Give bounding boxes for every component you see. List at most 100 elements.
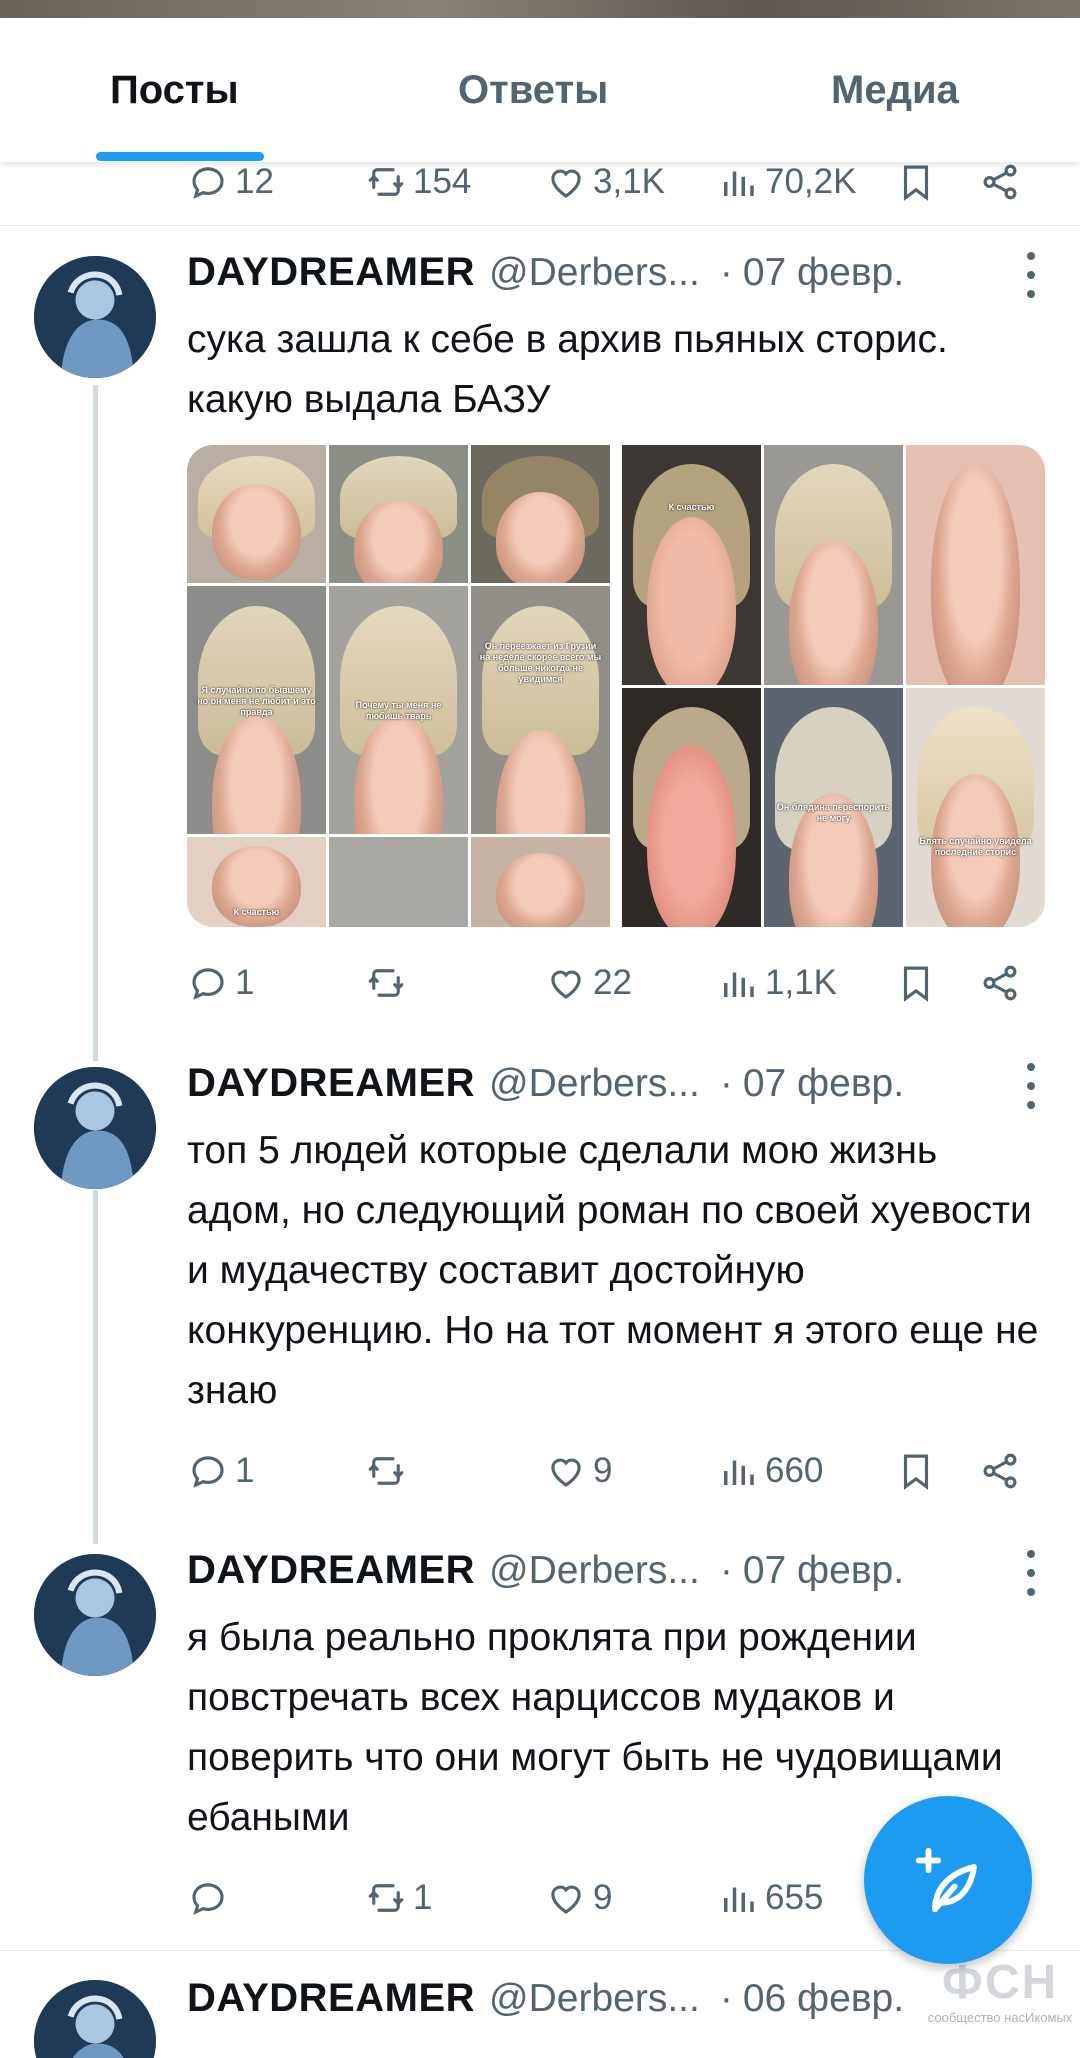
reply-count: 1	[235, 1451, 255, 1490]
views-count: 655	[765, 1878, 824, 1917]
bookmark-button[interactable]	[895, 154, 937, 210]
bookmark-button[interactable]	[895, 1443, 937, 1499]
like-icon	[551, 1458, 581, 1487]
user-handle[interactable]: @Derbers...	[489, 1062, 700, 1106]
story-caption: Он переезжает из Грузии на неделе скорее…	[479, 640, 602, 684]
views-icon	[724, 972, 754, 997]
reply-button[interactable]: 1	[187, 955, 254, 1011]
avatar-image	[34, 256, 156, 378]
avatar-image	[34, 1980, 156, 2058]
retweet-icon	[368, 1457, 404, 1485]
views-button[interactable]: 655	[717, 1870, 823, 1926]
display-name[interactable]: DAYDREAMER	[187, 250, 475, 295]
tab-media[interactable]: Медиа	[831, 68, 959, 113]
avatar[interactable]	[34, 1554, 156, 1676]
views-button[interactable]: 70,2K	[717, 154, 856, 210]
like-icon	[551, 169, 581, 198]
bookmark-icon	[903, 165, 929, 201]
share-button[interactable]	[979, 154, 1021, 210]
bookmark-icon	[903, 966, 929, 1002]
display-name[interactable]: DAYDREAMER	[187, 1976, 475, 2021]
story-caption: Блять случайно увидела последние сторис	[919, 835, 1032, 857]
share-icon	[983, 164, 1017, 200]
like-icon	[551, 1885, 581, 1914]
avatar-image	[34, 1067, 156, 1189]
tab-posts[interactable]: Посты	[110, 68, 239, 113]
share-button[interactable]	[979, 955, 1021, 1011]
tab-replies[interactable]: Ответы	[458, 68, 608, 113]
story-caption: Он блядина переспорить не могу	[776, 802, 891, 824]
share-icon	[983, 1453, 1017, 1489]
like-count: 3,1K	[593, 162, 665, 201]
compose-icon	[915, 1847, 977, 1913]
reply-button[interactable]: 1	[187, 1443, 254, 1499]
reply-count: 12	[235, 162, 274, 201]
views-button[interactable]: 1,1K	[717, 955, 837, 1011]
media-image-right[interactable]: К счастью Он блядина переспорить не могу…	[622, 445, 1045, 927]
tweet-date[interactable]: 07 февр.	[743, 1549, 904, 1593]
retweet-icon	[368, 168, 404, 196]
story-caption: К счастью	[233, 907, 280, 918]
user-handle[interactable]: @Derbers...	[489, 1977, 700, 2021]
display-name[interactable]: DAYDREAMER	[187, 1061, 475, 1106]
retweet-icon	[368, 1884, 404, 1912]
reply-button[interactable]: 12	[187, 154, 274, 210]
retweet-count: 154	[413, 162, 472, 201]
avatar[interactable]	[34, 256, 156, 378]
tweet[interactable]: DAYDREAMER @Derbers... · 07 февр. топ 5 …	[0, 1061, 1080, 1521]
more-icon[interactable]	[1027, 1063, 1037, 1109]
retweet-button[interactable]: 154	[365, 154, 471, 210]
tweet-actions: 1 9 660	[187, 1443, 1047, 1499]
user-handle[interactable]: @Derbers...	[489, 1549, 700, 1593]
like-count: 9	[593, 1451, 613, 1490]
tweet-date[interactable]: 07 февр.	[743, 1062, 904, 1106]
user-handle[interactable]: @Derbers...	[489, 251, 700, 295]
share-button[interactable]	[979, 1443, 1021, 1499]
views-button[interactable]: 660	[717, 1443, 823, 1499]
views-icon	[724, 1887, 754, 1912]
views-icon	[724, 1460, 754, 1485]
like-count: 9	[593, 1878, 613, 1917]
profile-tabs: Посты Ответы Медиа	[0, 18, 1080, 162]
reply-count: 1	[235, 963, 255, 1002]
compose-button[interactable]	[864, 1796, 1032, 1964]
tweet[interactable]: DAYDREAMER @Derbers... · 06 февр.	[0, 1976, 1080, 2058]
tweet-date[interactable]: 07 февр.	[743, 251, 904, 295]
reply-button[interactable]	[187, 1870, 235, 1926]
avatar[interactable]	[34, 1067, 156, 1189]
tweet-header: DAYDREAMER @Derbers... · 07 февр.	[187, 1061, 1047, 1113]
like-button[interactable]: 3,1K	[545, 154, 665, 210]
story-caption: Почему ты меня не любишь тварь	[355, 700, 442, 722]
more-icon[interactable]	[1027, 1550, 1037, 1596]
tweet-header: DAYDREAMER @Derbers... · 07 февр.	[187, 250, 1047, 302]
bookmark-button[interactable]	[895, 955, 937, 1011]
tweet-date[interactable]: 06 февр.	[743, 1977, 904, 2021]
like-button[interactable]: 22	[545, 955, 632, 1011]
retweet-button[interactable]	[365, 955, 413, 1011]
more-icon[interactable]	[1027, 252, 1037, 298]
separator-dot: ·	[719, 1977, 733, 2020]
separator-dot: ·	[719, 251, 733, 294]
tweet-media[interactable]: Я случайно по бывшему но он меня не люби…	[187, 445, 1045, 927]
watermark: ФСН сообщество насИкомых	[920, 1955, 1080, 2055]
like-count: 22	[593, 963, 632, 1002]
retweet-icon	[368, 969, 404, 997]
reply-icon	[192, 1883, 224, 1915]
views-count: 1,1K	[765, 963, 837, 1002]
like-icon	[551, 970, 581, 999]
tweet-header: DAYDREAMER @Derbers... · 07 февр.	[187, 1548, 1047, 1600]
tweet[interactable]: DAYDREAMER @Derbers... · 07 февр. сука з…	[0, 250, 1080, 1065]
retweet-button[interactable]: 1	[365, 1870, 432, 1926]
reply-icon	[192, 968, 224, 1000]
like-button[interactable]: 9	[545, 1443, 612, 1499]
avatar[interactable]	[34, 1980, 156, 2058]
like-button[interactable]: 9	[545, 1870, 612, 1926]
retweet-button[interactable]	[365, 1443, 413, 1499]
media-image-left[interactable]: Я случайно по бывшему но он меня не люби…	[187, 445, 610, 927]
separator-dot: ·	[719, 1549, 733, 1592]
tweet-actions: 1 22 1,1K	[187, 955, 1047, 1011]
avatar-image	[34, 1554, 156, 1676]
top-photo-strip	[0, 0, 1080, 18]
display-name[interactable]: DAYDREAMER	[187, 1548, 475, 1593]
reply-icon	[192, 167, 224, 199]
